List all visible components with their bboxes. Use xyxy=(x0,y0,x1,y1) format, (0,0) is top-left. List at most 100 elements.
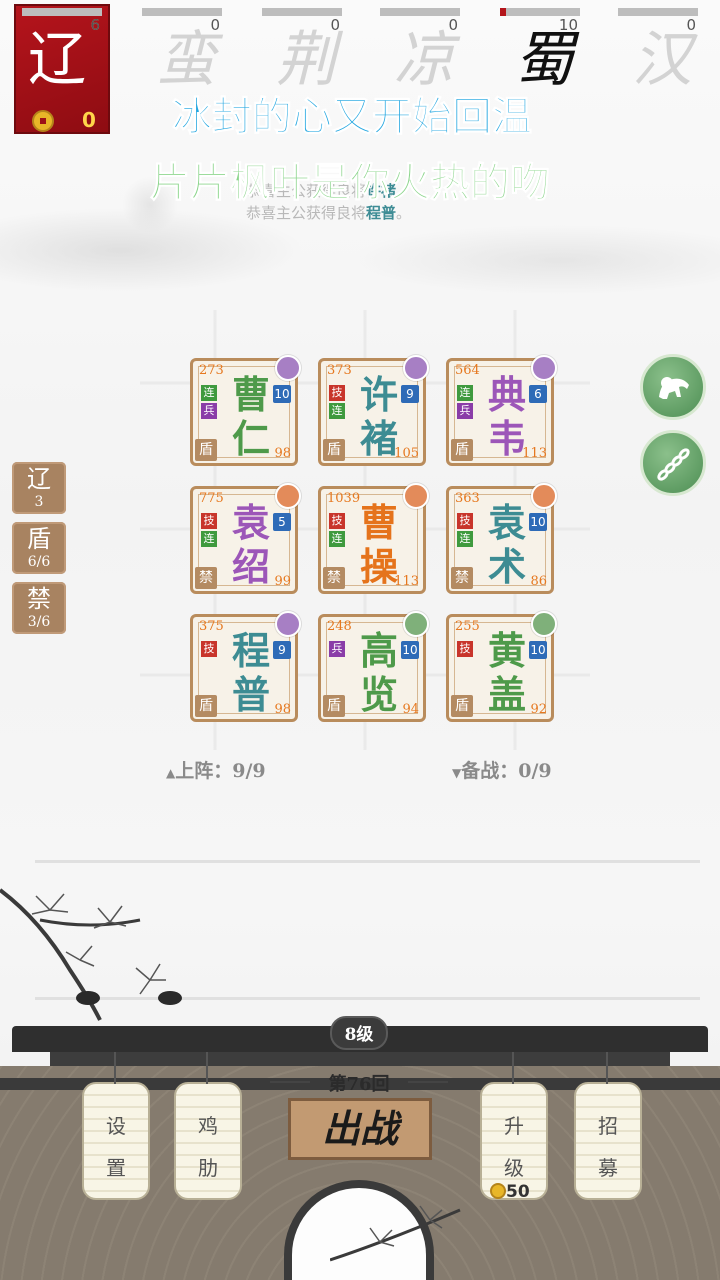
battle-button[interactable]: 出战 xyxy=(288,1098,432,1160)
hero-level: 9 xyxy=(401,385,419,403)
hero-trait-tag: 技 xyxy=(329,385,345,401)
hero-name: 曹仁 xyxy=(231,372,270,461)
hero-name: 袁绍 xyxy=(231,500,270,589)
boot-icon xyxy=(531,483,557,509)
hero-card[interactable]: 248 10 兵高览盾 94 xyxy=(318,611,429,722)
hero-trait-tag: 兵 xyxy=(201,403,217,419)
lion-icon xyxy=(659,377,689,399)
hero-role: 盾 xyxy=(195,695,217,717)
reserve-count: ▼备战：0/9 xyxy=(452,760,552,782)
hero-power: 373 xyxy=(327,363,352,378)
boot-icon xyxy=(275,483,301,509)
hero-power: 375 xyxy=(199,619,224,634)
coin-icon xyxy=(32,110,54,132)
hero-trait-tag: 连 xyxy=(457,385,473,401)
hero-hp: 113 xyxy=(522,446,547,461)
player-faction-name: 辽 xyxy=(28,25,87,93)
faction-name[interactable]: 蛮 xyxy=(156,30,216,90)
hero-role: 盾 xyxy=(195,439,217,461)
chain-skill-button[interactable] xyxy=(640,430,706,496)
faction-progress-0: 6 xyxy=(22,8,102,34)
hero-role: 盾 xyxy=(323,439,345,461)
on-field-count: ▲上阵：9/9 xyxy=(166,760,266,782)
hero-tags: 兵 xyxy=(329,641,345,659)
hero-trait-tag: 兵 xyxy=(329,641,345,657)
horse-icon xyxy=(531,611,557,637)
hero-level: 10 xyxy=(401,641,419,659)
horse-icon xyxy=(403,355,429,381)
hero-hp: 113 xyxy=(394,574,419,589)
hero-trait-tag: 连 xyxy=(201,531,217,547)
synergy-badge-shield[interactable]: 盾 6/6 xyxy=(12,522,66,574)
hero-hp: 86 xyxy=(530,574,547,589)
sword-icon xyxy=(403,611,429,637)
hero-tags: 连兵 xyxy=(201,385,217,421)
lion-skill-button[interactable] xyxy=(640,354,706,420)
hero-tags: 技连 xyxy=(329,513,345,549)
hero-hp: 98 xyxy=(274,702,291,717)
hero-trait-tag: 连 xyxy=(329,531,345,547)
faction-name[interactable]: 荆 xyxy=(276,30,336,90)
hero-hp: 98 xyxy=(274,446,291,461)
hero-power: 564 xyxy=(455,363,480,378)
hero-card[interactable]: 564 6 连兵典韦盾 113 xyxy=(446,355,557,466)
chicken-rib-button[interactable]: 鸡 肋 xyxy=(174,1052,242,1200)
level-badge: 8级 xyxy=(330,1016,388,1050)
coin-icon xyxy=(490,1183,506,1199)
hero-name: 程普 xyxy=(231,628,270,717)
player-coins: 0 xyxy=(82,108,96,132)
hero-hp: 92 xyxy=(530,702,547,717)
hero-card[interactable]: 255 10 技黄盖盾 92 xyxy=(446,611,557,722)
hero-trait-tag: 技 xyxy=(457,513,473,529)
faction-name[interactable]: 汉 xyxy=(632,30,692,90)
hero-hp: 99 xyxy=(274,574,291,589)
hero-power: 363 xyxy=(455,491,480,506)
synergy-badge-liao[interactable]: 辽 3 xyxy=(12,462,66,514)
hero-trait-tag: 连 xyxy=(457,531,473,547)
fish-icon xyxy=(275,611,301,637)
hero-card[interactable]: 775 5 技连袁绍禁 99 xyxy=(190,483,301,594)
hero-hp: 94 xyxy=(402,702,419,717)
hero-trait-tag: 技 xyxy=(201,513,217,529)
hero-card[interactable]: 273 10 连兵曹仁盾 98 xyxy=(190,355,301,466)
hero-role: 禁 xyxy=(323,567,345,589)
hero-trait-tag: 技 xyxy=(201,641,217,657)
hero-role: 盾 xyxy=(451,439,473,461)
round-label: 第76回 xyxy=(266,1070,452,1096)
hero-tags: 技 xyxy=(201,641,217,659)
hero-trait-tag: 技 xyxy=(329,513,345,529)
hero-tags: 连兵 xyxy=(457,385,473,421)
hero-card[interactable]: 1039 技连曹操禁 113 xyxy=(318,483,429,594)
hero-tags: 技连 xyxy=(329,385,345,421)
faction-name[interactable]: 蜀 xyxy=(514,30,574,90)
hero-power: 255 xyxy=(455,619,480,634)
lyric-line-1: 冰封的心又开始回温 xyxy=(172,94,533,141)
hero-level: 10 xyxy=(529,513,547,531)
upgrade-button[interactable]: 升 级 50 xyxy=(480,1052,548,1202)
faction-name[interactable]: 凉 xyxy=(394,30,454,90)
synergy-badge-jin[interactable]: 禁 3/6 xyxy=(12,582,66,634)
hero-role: 盾 xyxy=(451,695,473,717)
faction-count: 6 xyxy=(90,16,100,34)
hero-card[interactable]: 373 9 技连许褚盾 105 xyxy=(318,355,429,466)
lyric-line-2: 片片枫叶是你火热的吻 xyxy=(150,160,551,207)
hero-level: 5 xyxy=(273,513,291,531)
hero-role: 禁 xyxy=(195,567,217,589)
settings-button[interactable]: 设 置 xyxy=(82,1052,150,1200)
hero-level: 9 xyxy=(273,641,291,659)
hero-name: 高览 xyxy=(359,628,398,717)
hero-power: 273 xyxy=(199,363,224,378)
hero-card[interactable]: 375 9 技程普盾 98 xyxy=(190,611,301,722)
hero-card[interactable]: 363 10 技连袁术禁 86 xyxy=(446,483,557,594)
sword-icon xyxy=(275,355,301,381)
hero-name: 黄盖 xyxy=(487,628,526,717)
pine-branch-decoration xyxy=(330,1205,461,1262)
hero-role: 盾 xyxy=(323,695,345,717)
hero-name: 袁术 xyxy=(487,500,526,589)
hero-power: 248 xyxy=(327,619,352,634)
hero-tags: 技连 xyxy=(201,513,217,549)
hero-trait-tag: 连 xyxy=(201,385,217,401)
hero-hp: 105 xyxy=(394,446,419,461)
pine-branch-decoration xyxy=(0,888,182,1021)
recruit-button[interactable]: 招 募 xyxy=(574,1052,642,1200)
